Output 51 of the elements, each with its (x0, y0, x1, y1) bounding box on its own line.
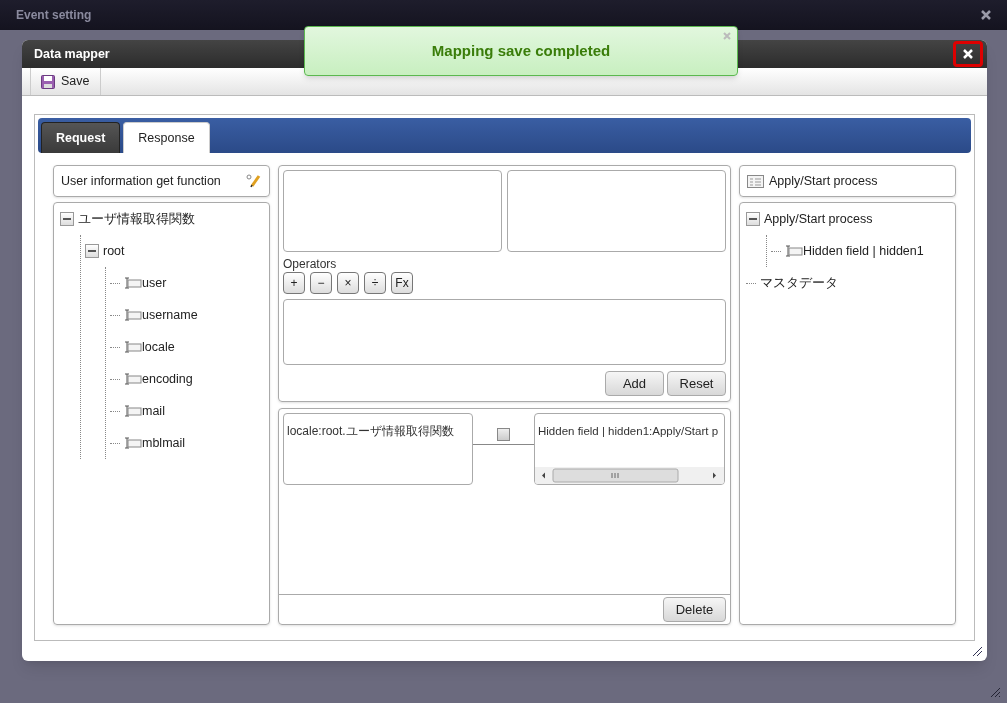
delete-button[interactable]: Delete (663, 597, 726, 622)
add-button[interactable]: Add (605, 371, 664, 396)
field-icon (124, 373, 142, 385)
tree-node-label[interactable]: encoding (142, 369, 193, 389)
field-icon (124, 341, 142, 353)
collapse-toggle[interactable] (60, 212, 74, 226)
operator-button[interactable]: ÷ (364, 272, 386, 294)
field-icon (124, 437, 142, 449)
input-field[interactable] (507, 170, 726, 252)
field-icon (124, 405, 142, 417)
tree-node-label[interactable]: locale (142, 337, 175, 357)
collapse-toggle[interactable] (85, 244, 99, 258)
close-icon (963, 49, 973, 59)
operator-button[interactable]: × (337, 272, 359, 294)
tree-node-label[interactable]: ユーザ情報取得関数 (78, 209, 195, 229)
tree-node-label[interactable]: mail (142, 401, 165, 421)
expression-field[interactable] (283, 299, 726, 365)
reset-button[interactable]: Reset (667, 371, 726, 396)
close-icon[interactable] (981, 10, 991, 20)
tree-node-label[interactable]: root (103, 241, 125, 261)
field-icon (785, 245, 803, 257)
save-button[interactable]: Save (30, 68, 101, 95)
scrollbar[interactable] (535, 467, 724, 484)
mapping-checkbox[interactable] (497, 428, 510, 441)
mapping-target-text: Hidden field | hidden1:Apply/Start p (538, 425, 719, 437)
operator-button[interactable]: Fx (391, 272, 413, 294)
resize-grip-icon[interactable] (971, 645, 983, 657)
input-field[interactable] (283, 170, 502, 252)
tree-node-label[interactable]: マスタデータ (760, 273, 838, 293)
dialog-title: Data mapper (34, 45, 110, 63)
operators-label: Operators (283, 257, 338, 271)
tree-node-label[interactable]: mblmail (142, 433, 186, 453)
field-icon (124, 309, 142, 321)
operator-button[interactable]: + (283, 272, 305, 294)
tree-node-label[interactable]: Hidden field | hidden1 (803, 241, 924, 261)
panel-title: Apply/Start process (769, 172, 879, 190)
form-icon (747, 174, 764, 188)
tab[interactable]: Request (41, 122, 121, 153)
pencil-icon[interactable] (246, 173, 262, 189)
toast-message: Mapping save completed (431, 40, 611, 61)
resize-grip-icon[interactable] (989, 686, 1001, 698)
tab[interactable]: Response (123, 122, 210, 153)
field-icon (124, 277, 142, 289)
collapse-toggle[interactable] (746, 212, 760, 226)
mapping-source-text: locale:root.ユーザ情報取得関数 (287, 424, 454, 438)
tree-node-label[interactable]: username (142, 305, 198, 325)
window-title: Event setting (16, 7, 92, 24)
tree-node-label[interactable]: Apply/Start process (764, 209, 873, 229)
operator-button[interactable]: − (310, 272, 332, 294)
tree-node-label[interactable]: user (142, 273, 167, 293)
panel-title: User information get function (61, 172, 222, 190)
